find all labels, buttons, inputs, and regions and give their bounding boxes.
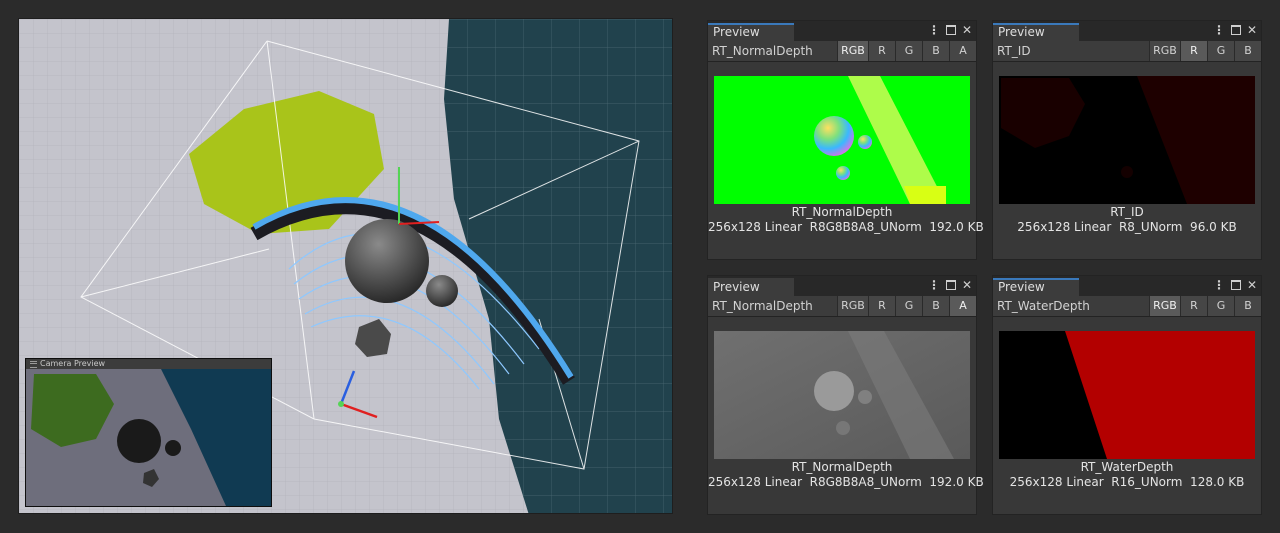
preview-toolbar: RT_WaterDepth RGB R G B <box>993 296 1261 317</box>
texture-name-label: RT_ID <box>997 44 1031 58</box>
close-icon[interactable]: ✕ <box>962 23 972 37</box>
caption-texture-name: RT_ID <box>1110 205 1144 219</box>
maximize-icon[interactable] <box>945 280 956 290</box>
channel-button-r[interactable]: R <box>868 296 895 316</box>
more-options-icon[interactable]: ⋮ <box>928 278 940 292</box>
caption-texture-info: 256x128 Linear R16_UNorm 128.0 KB <box>1009 475 1245 489</box>
texture-preview <box>999 76 1255 204</box>
more-options-icon[interactable]: ⋮ <box>928 23 940 37</box>
tab-bar: Preview ⋮ ✕ <box>993 276 1261 296</box>
tab-bar: Preview ⋮ ✕ <box>708 276 976 296</box>
tab-preview[interactable]: Preview <box>708 278 794 296</box>
tab-bar: Preview ⋮ ✕ <box>708 21 976 41</box>
channel-button-rgb[interactable]: RGB <box>837 296 868 316</box>
texture-name-label: RT_NormalDepth <box>712 299 813 313</box>
channel-button-b[interactable]: B <box>922 41 949 61</box>
channel-button-g[interactable]: G <box>895 41 922 61</box>
window-controls: ⋮ ✕ <box>928 278 972 292</box>
caption-texture-info: 256x128 Linear R8_UNorm 96.0 KB <box>1017 220 1237 234</box>
close-icon[interactable]: ✕ <box>1247 23 1257 37</box>
preview-toolbar: RT_NormalDepth RGB R G B A <box>708 296 976 317</box>
maximize-icon[interactable] <box>1230 280 1241 290</box>
texture-caption: RT_WaterDepth 256x128 Linear R16_UNorm 1… <box>993 460 1261 490</box>
texture-preview <box>714 331 970 459</box>
maximize-icon[interactable] <box>945 25 956 35</box>
preview-window-normaldepth-alpha[interactable]: Preview ⋮ ✕ RT_NormalDepth RGB R G B A RT_No… <box>707 275 984 515</box>
channel-button-b[interactable]: B <box>1234 41 1261 61</box>
tab-preview[interactable]: Preview <box>993 23 1079 41</box>
channel-button-r[interactable]: R <box>868 41 895 61</box>
camera-preview-title: Camera Preview <box>40 359 106 368</box>
channel-button-rgb[interactable]: RGB <box>1149 41 1180 61</box>
channel-button-a[interactable]: A <box>949 41 976 61</box>
channel-button-r[interactable]: R <box>1180 296 1207 316</box>
tab-preview[interactable]: Preview <box>993 278 1079 296</box>
preview-window-normaldepth-rgb[interactable]: Preview ⋮ ✕ RT_NormalDepth RGB R G B A RT_No… <box>707 20 984 260</box>
camera-preview-titlebar[interactable]: Camera Preview <box>26 359 271 369</box>
preview-window-waterdepth[interactable]: Preview ⋮ ✕ RT_WaterDepth RGB R G B RT_Wate… <box>992 275 1262 515</box>
caption-texture-name: RT_WaterDepth <box>1080 460 1174 474</box>
texture-preview <box>999 331 1255 459</box>
tab-preview[interactable]: Preview <box>708 23 794 41</box>
close-icon[interactable]: ✕ <box>1247 278 1257 292</box>
window-controls: ⋮ ✕ <box>1213 278 1257 292</box>
drag-handle-icon[interactable] <box>30 360 37 368</box>
texture-name-label: RT_NormalDepth <box>712 44 813 58</box>
more-options-icon[interactable]: ⋮ <box>1213 278 1225 292</box>
window-controls: ⋮ ✕ <box>928 23 972 37</box>
close-icon[interactable]: ✕ <box>962 278 972 292</box>
channel-button-rgb[interactable]: RGB <box>1149 296 1180 316</box>
caption-texture-name: RT_NormalDepth <box>791 460 893 474</box>
channel-button-b[interactable]: B <box>1234 296 1261 316</box>
caption-texture-name: RT_NormalDepth <box>791 205 893 219</box>
tab-bar: Preview ⋮ ✕ <box>993 21 1261 41</box>
more-options-icon[interactable]: ⋮ <box>1213 23 1225 37</box>
maximize-icon[interactable] <box>1230 25 1241 35</box>
scene-view[interactable]: Camera Preview <box>18 18 673 514</box>
channel-button-g[interactable]: G <box>1207 41 1234 61</box>
small-sphere[interactable] <box>426 275 458 307</box>
caption-texture-info: 256x128 Linear R8G8B8A8_UNorm 192.0 KB <box>708 475 984 489</box>
window-controls: ⋮ ✕ <box>1213 23 1257 37</box>
texture-caption: RT_NormalDepth 256x128 Linear R8G8B8A8_U… <box>708 460 984 490</box>
channel-button-rgb[interactable]: RGB <box>837 41 868 61</box>
channel-button-b[interactable]: B <box>922 296 949 316</box>
camera-preview-image <box>26 369 271 506</box>
texture-preview <box>714 76 970 204</box>
texture-name-label: RT_WaterDepth <box>997 299 1090 313</box>
texture-caption: RT_NormalDepth 256x128 Linear R8G8B8A8_U… <box>708 205 984 235</box>
channel-button-g[interactable]: G <box>895 296 922 316</box>
preview-toolbar: RT_NormalDepth RGB R G B A <box>708 41 976 62</box>
caption-texture-info: 256x128 Linear R8G8B8A8_UNorm 192.0 KB <box>708 220 984 234</box>
preview-window-id[interactable]: Preview ⋮ ✕ RT_ID RGB R G B RT_ID 256x128 L… <box>992 20 1262 260</box>
channel-button-r[interactable]: R <box>1180 41 1207 61</box>
camera-preview-overlay[interactable]: Camera Preview <box>25 358 272 507</box>
preview-toolbar: RT_ID RGB R G B <box>993 41 1261 62</box>
large-sphere[interactable] <box>345 219 429 303</box>
texture-caption: RT_ID 256x128 Linear R8_UNorm 96.0 KB <box>993 205 1261 235</box>
channel-button-g[interactable]: G <box>1207 296 1234 316</box>
channel-button-a[interactable]: A <box>949 296 976 316</box>
